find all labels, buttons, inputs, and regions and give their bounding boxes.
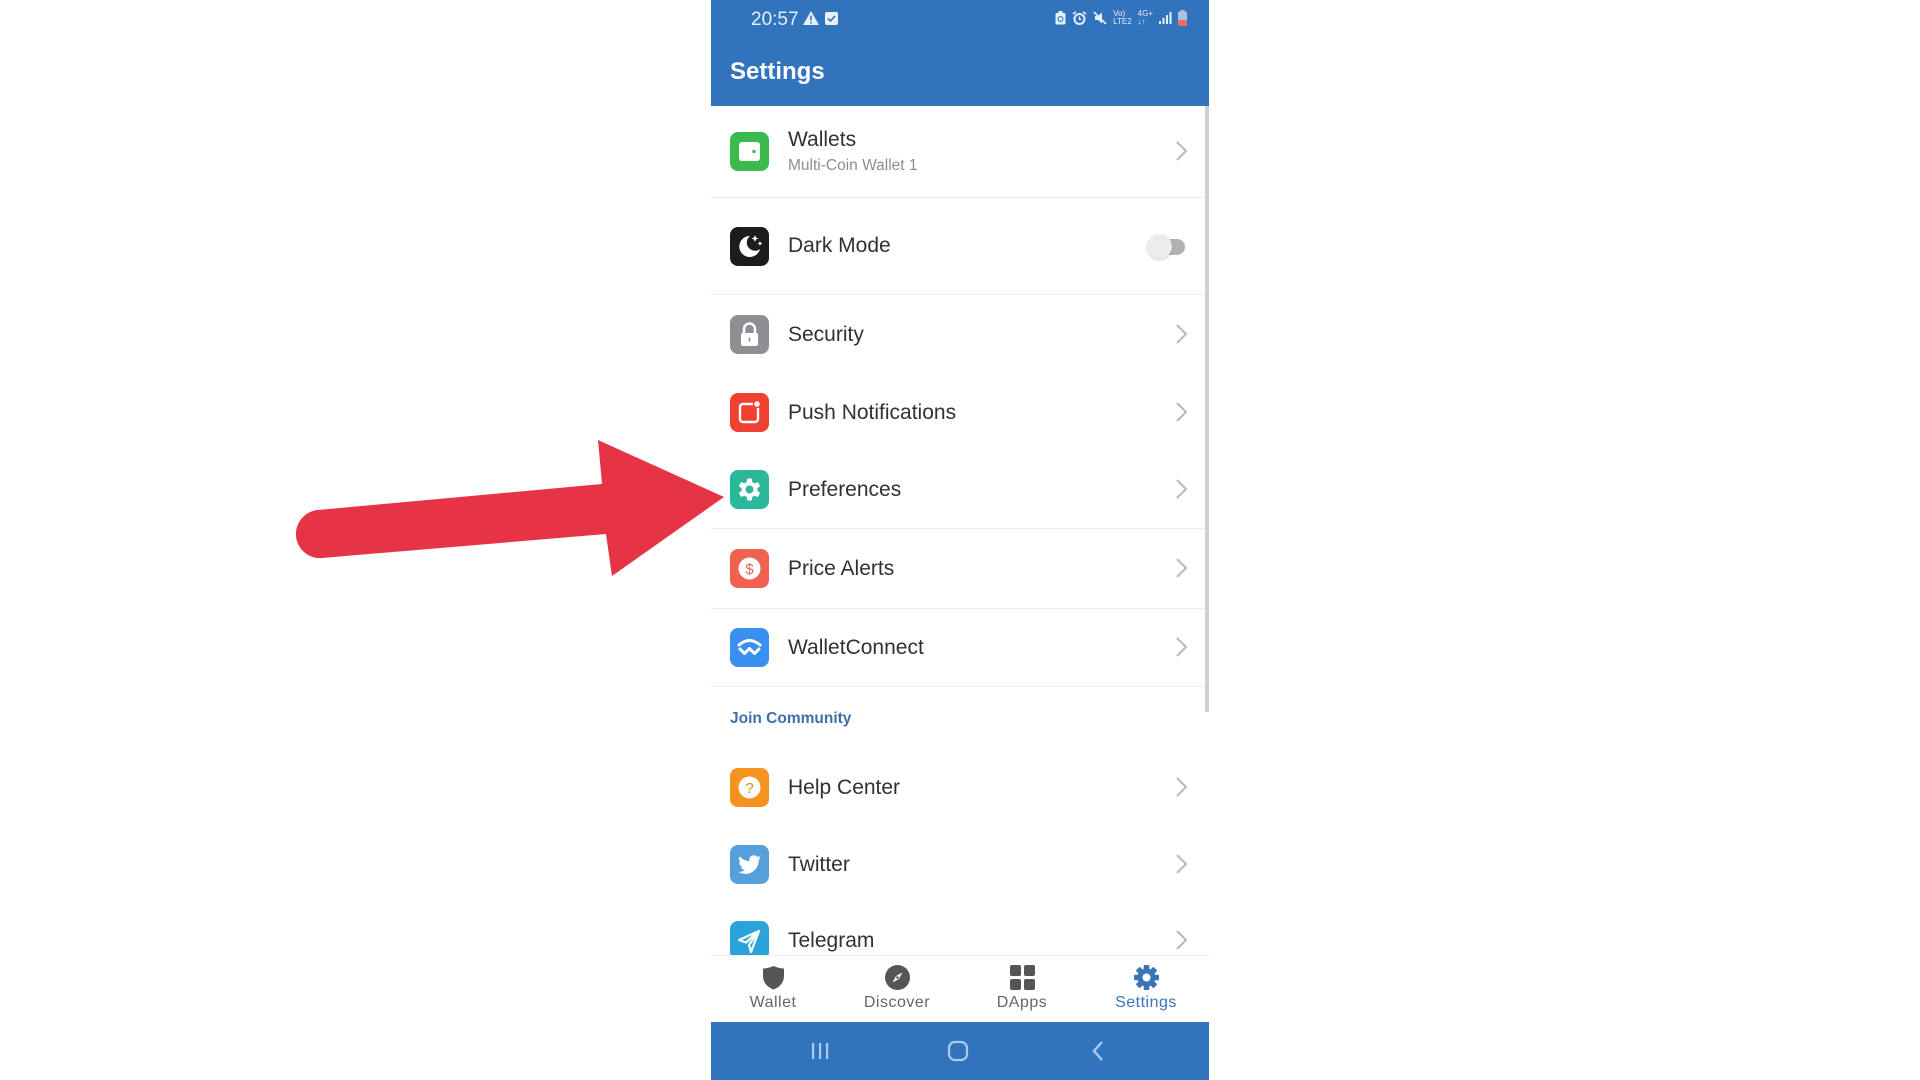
- community-item-label: Twitter: [788, 853, 850, 876]
- system-navigation-bar: [711, 1022, 1209, 1080]
- tab-settings[interactable]: Settings: [1084, 956, 1208, 1023]
- toggle-knob: [1147, 234, 1172, 259]
- volte-lte2-icon: Vo) LTE2: [1113, 9, 1132, 26]
- app-header: 20:57 Vo) LTE2 4G+ ↓↑ Settings: [711, 0, 1209, 106]
- community-item-label: Help Center: [788, 776, 901, 799]
- settings-item-security[interactable]: Security: [711, 295, 1205, 373]
- chevron-right-icon: [1176, 324, 1188, 344]
- chevron-right-icon: [1176, 777, 1188, 797]
- tab-dapps[interactable]: DApps: [960, 956, 1084, 1023]
- settings-item-label: Push Notifications: [788, 401, 957, 424]
- question-circle-icon: ?: [730, 768, 769, 807]
- settings-item-push-notifications[interactable]: Push Notifications: [711, 373, 1205, 451]
- 4g-plus-icon: 4G+ ↓↑: [1137, 9, 1153, 26]
- dark-mode-toggle[interactable]: [1147, 234, 1187, 260]
- battery-low-icon: [1178, 10, 1187, 26]
- status-left-icons: [803, 11, 838, 25]
- divider: [711, 686, 1205, 687]
- community-item-help-center[interactable]: ? Help Center: [711, 748, 1205, 826]
- settings-item-subtitle: Multi-Coin Wallet 1: [788, 157, 918, 174]
- svg-text:?: ?: [745, 780, 753, 797]
- tab-wallet[interactable]: Wallet: [711, 956, 835, 1023]
- gear-icon: [1134, 965, 1159, 990]
- alarm-icon: [1072, 11, 1087, 25]
- tab-label: Discover: [863, 994, 931, 1011]
- signal-icon: [1159, 12, 1172, 24]
- grid-icon: [1010, 965, 1035, 990]
- recents-icon[interactable]: [805, 1036, 835, 1066]
- settings-item-label: Wallets: [788, 128, 857, 151]
- community-item-twitter[interactable]: Twitter: [711, 826, 1205, 904]
- annotation-arrow: [295, 440, 724, 576]
- chevron-right-icon: [1176, 141, 1188, 161]
- chevron-right-icon: [1176, 637, 1188, 657]
- settings-item-label: WalletConnect: [788, 636, 924, 659]
- settings-item-label: Dark Mode: [788, 234, 891, 257]
- tab-label: DApps: [996, 994, 1048, 1011]
- chevron-right-icon: [1176, 402, 1188, 422]
- chevron-right-icon: [1176, 854, 1188, 874]
- bottom-tab-bar: Wallet Discover DApps Settings: [711, 955, 1209, 1023]
- battery-saver-icon: [1055, 11, 1066, 25]
- shield-icon: [763, 966, 784, 990]
- status-right-icons: Vo) LTE2 4G+ ↓↑: [1055, 10, 1187, 26]
- section-title-join-community: Join Community: [730, 710, 852, 727]
- back-icon[interactable]: [1083, 1036, 1113, 1066]
- tab-discover[interactable]: Discover: [835, 956, 959, 1023]
- community-item-label: Telegram: [788, 929, 875, 952]
- mute-icon: [1093, 11, 1107, 25]
- settings-item-wallets[interactable]: Wallets Multi-Coin Wallet 1: [711, 106, 1205, 197]
- compass-icon: [885, 965, 910, 990]
- twitter-bird-icon: [730, 845, 769, 884]
- tab-label: Settings: [1115, 994, 1177, 1011]
- settings-item-price-alerts[interactable]: $ Price Alerts: [711, 529, 1205, 608]
- home-icon[interactable]: [943, 1036, 973, 1066]
- walletconnect-icon: [730, 628, 769, 667]
- settings-item-walletconnect[interactable]: WalletConnect: [711, 609, 1205, 686]
- settings-item-label: Preferences: [788, 478, 902, 501]
- tab-label: Wallet: [749, 994, 797, 1011]
- warning-icon: [803, 11, 819, 25]
- settings-item-preferences[interactable]: Preferences: [711, 451, 1205, 528]
- phone-screen: 20:57 Vo) LTE2 4G+ ↓↑ Settings Wallets M…: [711, 0, 1209, 1080]
- settings-item-label: Security: [788, 323, 864, 346]
- chevron-right-icon: [1176, 479, 1188, 499]
- checkbox-icon: [825, 11, 838, 25]
- chevron-right-icon: [1176, 558, 1188, 578]
- settings-item-dark-mode: Dark Mode: [711, 198, 1205, 294]
- chevron-right-icon: [1176, 930, 1188, 950]
- settings-item-label: Price Alerts: [788, 557, 895, 580]
- scrollbar[interactable]: [1205, 106, 1209, 712]
